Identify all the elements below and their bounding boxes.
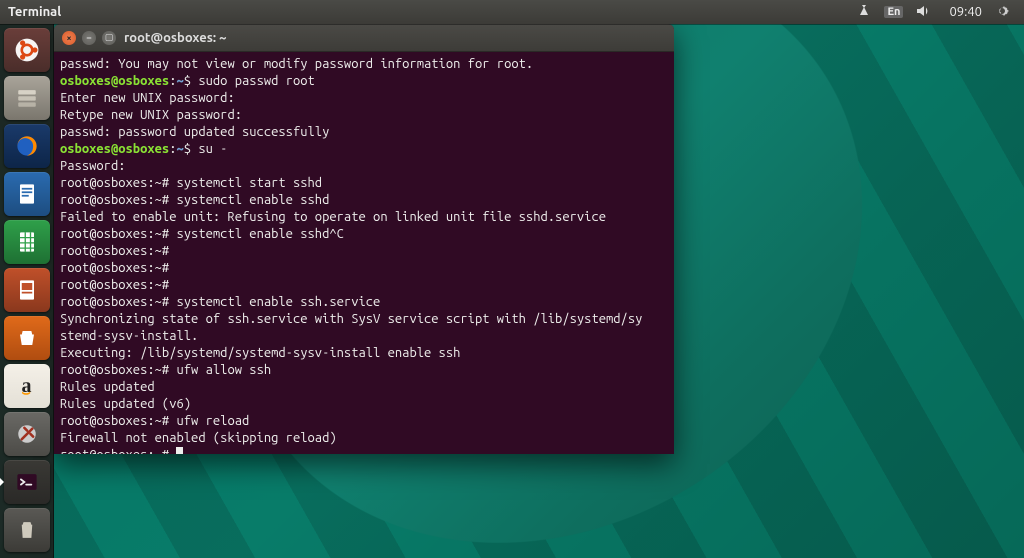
firefox-icon — [13, 132, 41, 160]
window-close-button[interactable]: × — [62, 31, 76, 45]
launcher-files[interactable] — [4, 76, 50, 120]
sound-indicator[interactable] — [909, 0, 937, 24]
amazon-icon: a⌣ — [22, 375, 32, 398]
launcher-firefox[interactable] — [4, 124, 50, 168]
launcher-software[interactable] — [4, 316, 50, 360]
top-panel: Terminal En 09:40 — [0, 0, 1024, 24]
min-glyph: – — [87, 33, 92, 43]
launcher-amazon[interactable]: a⌣ — [4, 364, 50, 408]
launcher-writer[interactable] — [4, 172, 50, 216]
terminal-window[interactable]: × – ▢ root@osboxes: ~ passwd: You may no… — [54, 24, 674, 454]
clock-label: 09:40 — [943, 5, 982, 19]
network-icon — [856, 3, 872, 22]
terminal-icon — [13, 468, 41, 496]
session-indicator[interactable] — [988, 0, 1016, 24]
writer-icon — [13, 180, 41, 208]
files-icon — [13, 84, 41, 112]
panel-app-name: Terminal — [8, 5, 61, 19]
clock-indicator[interactable]: 09:40 — [937, 0, 988, 24]
network-indicator[interactable] — [850, 0, 878, 24]
terminal-titlebar[interactable]: × – ▢ root@osboxes: ~ — [54, 24, 674, 52]
language-label: En — [884, 6, 903, 18]
window-title: root@osboxes: ~ — [124, 31, 226, 45]
launcher: a⌣ — [0, 24, 54, 558]
window-minimize-button[interactable]: – — [82, 31, 96, 45]
window-maximize-button[interactable]: ▢ — [102, 31, 116, 45]
impress-icon — [13, 276, 41, 304]
close-glyph: × — [66, 33, 71, 43]
volume-icon — [915, 3, 931, 22]
launcher-settings[interactable] — [4, 412, 50, 456]
launcher-impress[interactable] — [4, 268, 50, 312]
calc-icon — [13, 228, 41, 256]
trash-icon — [13, 516, 41, 544]
launcher-trash[interactable] — [4, 508, 50, 552]
launcher-calc[interactable] — [4, 220, 50, 264]
gear-icon — [994, 3, 1010, 22]
language-indicator[interactable]: En — [878, 0, 909, 24]
settings-icon — [13, 420, 41, 448]
launcher-dash[interactable] — [4, 28, 50, 72]
software-icon — [13, 324, 41, 352]
launcher-terminal[interactable] — [4, 460, 50, 504]
ubuntu-icon — [13, 36, 41, 64]
max-glyph: ▢ — [105, 32, 114, 43]
window-controls: × – ▢ — [62, 31, 116, 45]
terminal-body[interactable]: passwd: You may not view or modify passw… — [54, 52, 674, 454]
